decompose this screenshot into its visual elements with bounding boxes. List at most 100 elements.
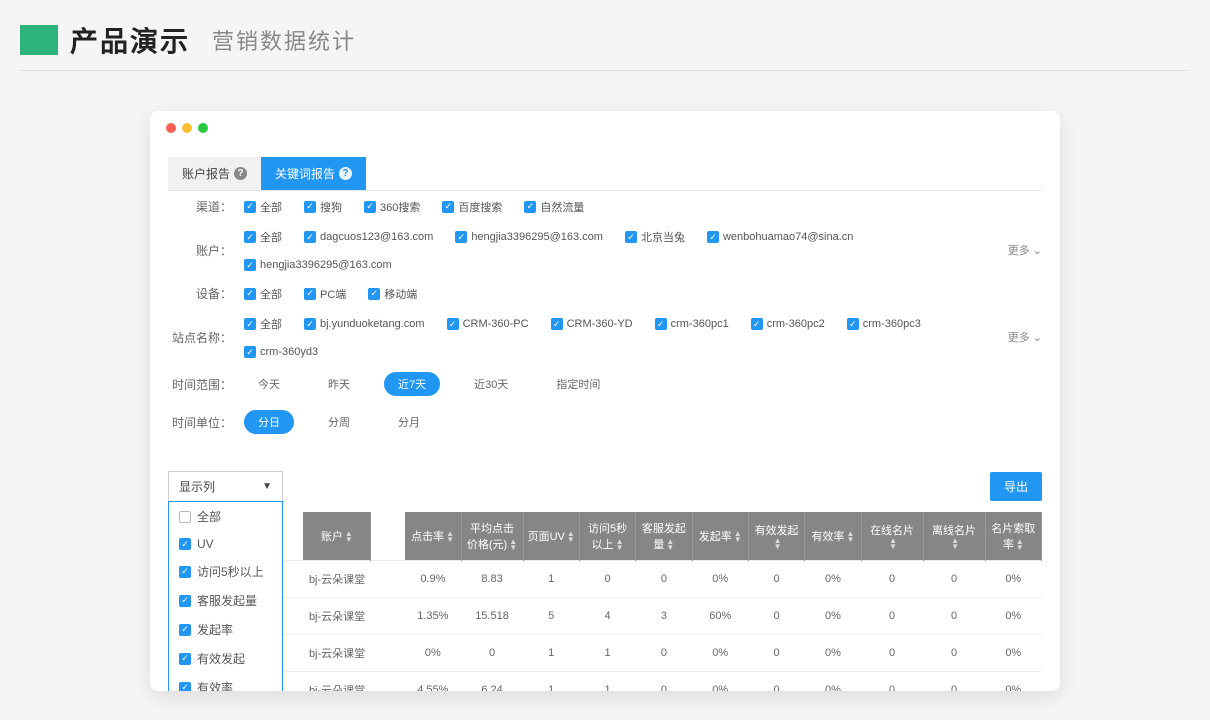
filter-checkbox-item[interactable]: 北京当兔 <box>625 229 685 245</box>
column-option[interactable]: 客服发起量 <box>169 586 282 615</box>
filter-checkbox-item[interactable]: 全部 <box>244 229 282 245</box>
table-cell: 0% <box>692 635 748 672</box>
table-header-cell[interactable]: 客服发起量▲▼ <box>636 512 692 561</box>
filter-checkbox-item[interactable]: 360搜索 <box>364 199 420 215</box>
more-link[interactable]: 更多⌄ <box>1008 242 1042 258</box>
table-cell: 0 <box>579 561 635 598</box>
table-cell: 0 <box>923 561 985 598</box>
tab-keyword-report[interactable]: 关键词报告 ? <box>261 157 366 190</box>
filter-checkbox-item[interactable]: CRM-360-PC <box>447 318 529 330</box>
help-icon[interactable]: ? <box>339 167 352 180</box>
column-option[interactable]: 发起率 <box>169 615 282 644</box>
help-icon[interactable]: ? <box>234 167 247 180</box>
time-pill[interactable]: 今天 <box>244 372 294 396</box>
filter-label: 渠道： <box>168 198 232 215</box>
zoom-icon[interactable] <box>198 123 208 133</box>
checkbox-icon <box>524 201 536 213</box>
filter-checkbox-item[interactable]: bj.yunduoketang.com <box>304 318 425 330</box>
table-header-cell[interactable]: 有效发起▲▼ <box>748 512 804 561</box>
filter-checkbox-item[interactable]: wenbohuamao74@sina.cn <box>707 231 853 243</box>
time-pill[interactable]: 分日 <box>244 410 294 434</box>
table-cell: 0% <box>985 561 1041 598</box>
column-selector-trigger[interactable]: 显示列 ▼ <box>168 471 283 502</box>
sort-icon[interactable]: ▲▼ <box>446 531 454 543</box>
checkbox-icon <box>447 318 459 330</box>
sort-icon[interactable]: ▲▼ <box>774 538 782 550</box>
column-option-label: 全部 <box>197 508 221 525</box>
column-option[interactable]: UV <box>169 531 282 557</box>
checkbox-icon <box>179 624 191 636</box>
sort-icon[interactable]: ▲▼ <box>616 539 624 551</box>
sort-icon[interactable]: ▲▼ <box>666 539 674 551</box>
filter-checkbox-item[interactable]: 全部 <box>244 316 282 332</box>
filter-checkbox-item[interactable]: 全部 <box>244 286 282 302</box>
checkbox-icon <box>847 318 859 330</box>
checkbox-icon <box>304 231 316 243</box>
time-pill[interactable]: 近30天 <box>460 372 522 396</box>
tab-account-report[interactable]: 账户报告 ? <box>168 157 261 190</box>
table-header-cell[interactable]: 点击率▲▼ <box>405 512 461 561</box>
checkbox-icon <box>368 288 380 300</box>
filter-checkbox-item[interactable]: 移动端 <box>368 286 417 302</box>
table-header-cell[interactable] <box>371 512 405 561</box>
table-row: bj-云朵课堂4.55%6.241100%00%000% <box>168 672 1042 692</box>
table-header-cell[interactable]: 名片索取率▲▼ <box>985 512 1041 561</box>
checkbox-icon <box>179 566 191 578</box>
data-table: 账户▲▼点击率▲▼平均点击价格(元)▲▼页面UV▲▼访问5秒以上▲▼客服发起量▲… <box>168 512 1042 691</box>
table-header-cell[interactable]: 页面UV▲▼ <box>523 512 579 561</box>
filter-checkbox-item[interactable]: CRM-360-YD <box>551 318 633 330</box>
table-cell: 0.9% <box>405 561 461 598</box>
time-pill[interactable]: 近7天 <box>384 372 440 396</box>
column-option[interactable]: 有效率 <box>169 673 282 691</box>
table-header-cell[interactable]: 发起率▲▼ <box>692 512 748 561</box>
filter-item-label: CRM-360-PC <box>463 318 529 330</box>
column-option[interactable]: 访问5秒以上 <box>169 557 282 586</box>
filter-checkbox-item[interactable]: 全部 <box>244 199 282 215</box>
table-header-cell[interactable]: 平均点击价格(元)▲▼ <box>461 512 523 561</box>
time-pill[interactable]: 指定时间 <box>542 372 614 396</box>
table-header-cell[interactable]: 在线名片▲▼ <box>861 512 923 561</box>
filter-checkbox-item[interactable]: crm-360pc3 <box>847 318 921 330</box>
filter-checkbox-item[interactable]: PC端 <box>304 286 346 302</box>
time-pill[interactable]: 昨天 <box>314 372 364 396</box>
table-header-cell[interactable]: 有效率▲▼ <box>805 512 861 561</box>
column-option[interactable]: 全部 <box>169 502 282 531</box>
filter-checkbox-item[interactable]: hengjia3396295@163.com <box>244 259 392 271</box>
filter-checkbox-item[interactable]: crm-360pc1 <box>655 318 729 330</box>
filter-row: 渠道： 全部 搜狗 360搜索 百度搜索 自然流量 <box>168 191 1042 222</box>
filter-checkbox-item[interactable]: 搜狗 <box>304 199 342 215</box>
table-cell: 5 <box>523 598 579 635</box>
filter-checkbox-item[interactable]: 百度搜索 <box>442 199 502 215</box>
data-table-wrap: 账户▲▼点击率▲▼平均点击价格(元)▲▼页面UV▲▼访问5秒以上▲▼客服发起量▲… <box>168 512 1042 691</box>
sort-icon[interactable]: ▲▼ <box>734 531 742 543</box>
close-icon[interactable] <box>166 123 176 133</box>
table-header-cell[interactable]: 离线名片▲▼ <box>923 512 985 561</box>
filter-checkbox-item[interactable]: dagcuos123@163.com <box>304 231 433 243</box>
filter-checkbox-item[interactable]: 自然流量 <box>524 199 584 215</box>
sort-icon[interactable]: ▲▼ <box>1016 539 1024 551</box>
sort-icon[interactable]: ▲▼ <box>567 531 575 543</box>
more-link[interactable]: 更多⌄ <box>1008 329 1042 345</box>
sort-icon[interactable]: ▲▼ <box>951 538 959 550</box>
table-cell: 0% <box>985 635 1041 672</box>
time-pill[interactable]: 分月 <box>384 410 434 434</box>
table-cell: 0 <box>636 561 692 598</box>
sort-icon[interactable]: ▲▼ <box>345 531 353 543</box>
export-button[interactable]: 导出 <box>990 472 1042 501</box>
filter-checkbox-item[interactable]: hengjia3396295@163.com <box>455 231 603 243</box>
table-header-cell[interactable]: 访问5秒以上▲▼ <box>579 512 635 561</box>
sort-icon[interactable]: ▲▼ <box>846 531 854 543</box>
column-option[interactable]: 有效发起 <box>169 644 282 673</box>
checkbox-icon <box>551 318 563 330</box>
sort-icon[interactable]: ▲▼ <box>889 538 897 550</box>
more-label: 更多 <box>1008 242 1030 258</box>
filter-checkbox-item[interactable]: crm-360pc2 <box>751 318 825 330</box>
filter-checkbox-item[interactable]: crm-360yd3 <box>244 346 318 358</box>
sort-icon[interactable]: ▲▼ <box>509 539 517 551</box>
table-cell: 15.518 <box>461 598 523 635</box>
time-pill[interactable]: 分周 <box>314 410 364 434</box>
checkbox-icon <box>244 346 256 358</box>
table-header-cell[interactable]: 账户▲▼ <box>303 512 371 561</box>
table-cell: bj-云朵课堂 <box>303 561 371 598</box>
minimize-icon[interactable] <box>182 123 192 133</box>
